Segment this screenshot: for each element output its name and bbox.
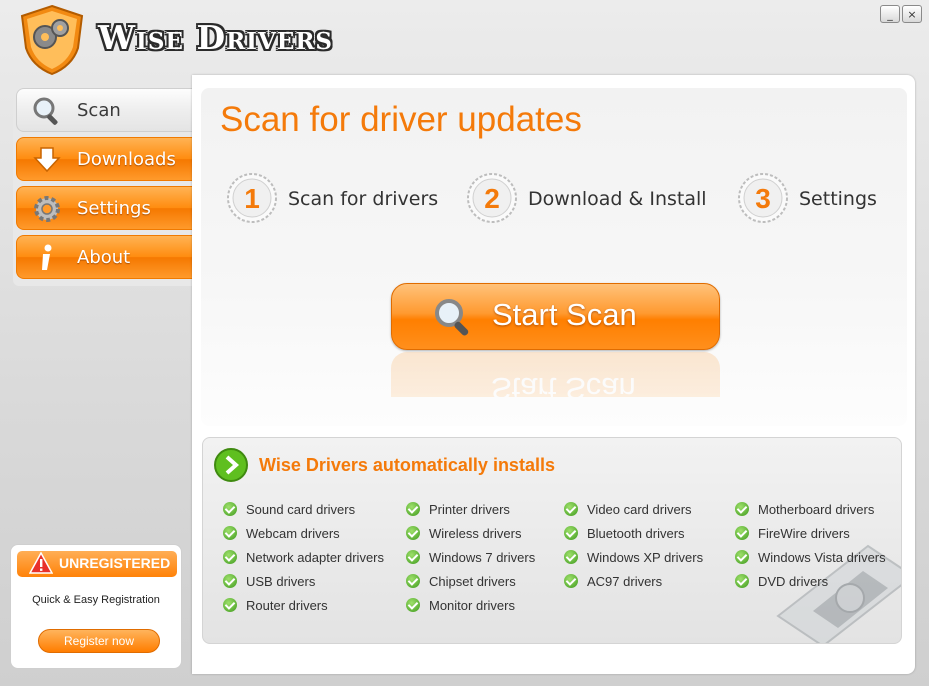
feature-item: Monitor drivers [406, 598, 515, 613]
check-icon [223, 550, 237, 564]
features-title: Wise Drivers automatically installs [259, 455, 555, 475]
sidebar-item-downloads[interactable]: Downloads [16, 137, 193, 181]
check-icon [223, 502, 237, 516]
check-icon [406, 550, 420, 564]
step-number-badge: 1 [227, 173, 277, 223]
check-icon [223, 574, 237, 588]
feature-item: Printer drivers [406, 502, 510, 517]
download-arrow-icon [33, 147, 61, 173]
feature-item: AC97 drivers [564, 574, 662, 589]
check-icon [406, 526, 420, 540]
feature-item: FireWire drivers [735, 526, 850, 541]
sidebar-item-label: About [77, 247, 131, 268]
feature-item: Bluetooth drivers [564, 526, 685, 541]
feature-item: Webcam drivers [223, 526, 340, 541]
feature-item: Router drivers [223, 598, 328, 613]
step-label: Scan for drivers [288, 188, 439, 210]
features-box: Wise Drivers automatically installs Soun… [202, 437, 902, 644]
warning-icon [29, 552, 53, 574]
feature-item: Windows Vista drivers [735, 550, 886, 565]
feature-item: USB drivers [223, 574, 315, 589]
start-scan-label: Start Scan [492, 297, 637, 332]
check-icon [406, 574, 420, 588]
feature-item: Chipset drivers [406, 574, 516, 589]
registration-text: Quick & Easy Registration [32, 594, 160, 606]
registration-box: UNREGISTERED Quick & Easy Registration R… [10, 544, 182, 669]
check-icon [564, 550, 578, 564]
arrow-right-icon [214, 448, 248, 482]
info-icon [42, 244, 52, 270]
feature-item: Windows 7 drivers [406, 550, 535, 565]
status-badge: UNREGISTERED [17, 551, 177, 577]
shield-gears-icon [20, 4, 84, 76]
start-scan-reflection: Start Scan [391, 352, 720, 397]
sidebar-item-about[interactable]: About [16, 235, 193, 279]
feature-item: Video card drivers [564, 502, 692, 517]
check-icon [735, 502, 749, 516]
check-icon [223, 598, 237, 612]
check-icon [735, 550, 749, 564]
check-icon [564, 502, 578, 516]
check-icon [735, 574, 749, 588]
step-label: Download & Install [528, 188, 707, 210]
sidebar-item-label: Scan [77, 100, 121, 121]
step-label: Settings [799, 188, 877, 210]
app-title: Wise Drivers [98, 18, 334, 57]
feature-item: Motherboard drivers [735, 502, 874, 517]
close-button[interactable]: × [902, 5, 922, 23]
step-number-badge: 2 [467, 173, 517, 223]
page-title: Scan for driver updates [220, 100, 582, 139]
start-scan-button[interactable]: Start Scan [391, 283, 720, 350]
status-label: UNREGISTERED [59, 555, 171, 571]
gear-icon [34, 196, 60, 222]
check-icon [223, 526, 237, 540]
check-icon [735, 526, 749, 540]
step-number: 1 [244, 183, 260, 214]
sidebar-item-scan[interactable]: Scan [16, 88, 193, 132]
reflection-label: Start Scan [491, 371, 636, 397]
sidebar-item-label: Settings [77, 198, 151, 219]
step-number: 3 [755, 183, 771, 214]
step-number-badge: 3 [738, 173, 788, 223]
feature-item: DVD drivers [735, 574, 828, 589]
check-icon [406, 502, 420, 516]
magnifier-icon [33, 97, 58, 125]
step-number: 2 [484, 183, 500, 214]
minimize-button[interactable]: _ [880, 5, 900, 23]
sidebar-item-settings[interactable]: Settings [16, 186, 193, 230]
register-now-button[interactable]: Register now [38, 629, 160, 653]
sidebar: Scan Downloads Settings About [13, 85, 193, 286]
sidebar-item-label: Downloads [77, 149, 176, 170]
check-icon [564, 526, 578, 540]
check-icon [406, 598, 420, 612]
feature-item: Network adapter drivers [223, 550, 384, 565]
feature-item: Wireless drivers [406, 526, 521, 541]
magnifier-icon [435, 299, 469, 336]
feature-item: Sound card drivers [223, 502, 355, 517]
feature-item: Windows XP drivers [564, 550, 703, 565]
check-icon [564, 574, 578, 588]
